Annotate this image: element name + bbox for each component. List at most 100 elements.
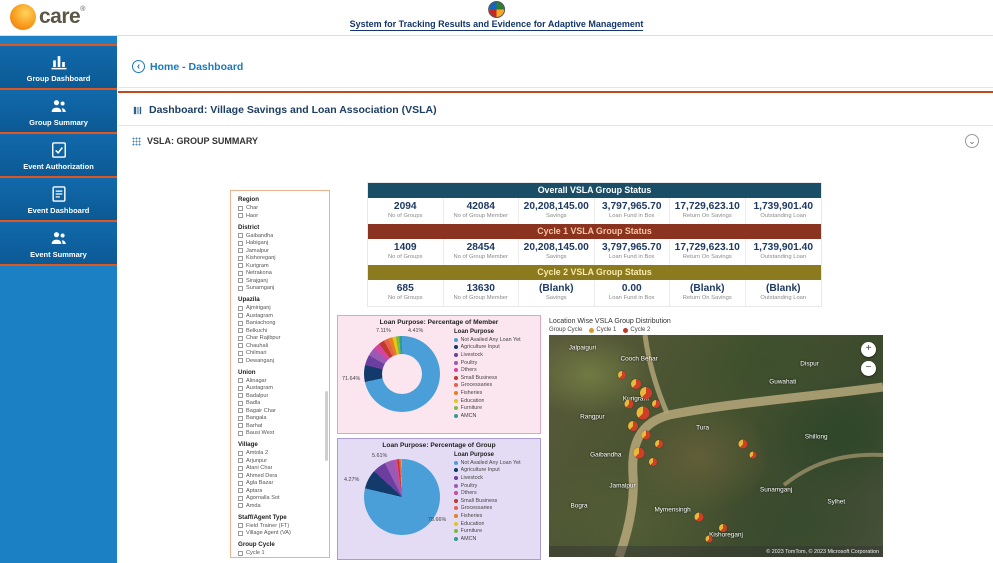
sidebar-item-event-dashboard[interactable]: Event Dashboard [0, 178, 117, 220]
checkbox-icon[interactable] [238, 306, 243, 311]
filter-option-amtola-2[interactable]: Amtola 2 [238, 450, 326, 456]
legend-item-livestock[interactable]: Livestock [454, 351, 536, 359]
checkbox-icon[interactable] [238, 278, 243, 283]
legend-item-amcn[interactable]: AMCN [454, 535, 536, 543]
legend-item-fisheries[interactable]: Fisheries [454, 512, 536, 520]
map-cycle-cycle-2[interactable]: Cycle 2 [623, 327, 650, 333]
collapse-icon[interactable]: ⌄ [965, 134, 979, 148]
checkbox-icon[interactable] [238, 408, 243, 413]
back-icon[interactable]: ‹ [132, 60, 145, 73]
checkbox-icon[interactable] [238, 393, 243, 398]
legend-item-amcn[interactable]: AMCN [454, 412, 536, 420]
breadcrumb[interactable]: ‹ Home - Dashboard [118, 36, 243, 73]
filter-option-agla-bazar[interactable]: Agla Bazar [238, 480, 326, 486]
checkbox-icon[interactable] [238, 458, 243, 463]
group-marker[interactable] [625, 399, 634, 408]
checkbox-icon[interactable] [238, 248, 243, 253]
checkbox-icon[interactable] [238, 336, 243, 341]
filter-option-habiganj[interactable]: Habiganj [238, 240, 326, 246]
group-marker[interactable] [618, 371, 626, 379]
filter-option-chilmari[interactable]: Chilmari [238, 350, 326, 356]
legend-item-livestock[interactable]: Livestock [454, 474, 536, 482]
checkbox-icon[interactable] [238, 416, 243, 421]
checkbox-icon[interactable] [238, 313, 243, 318]
group-marker[interactable] [640, 387, 652, 399]
group-marker[interactable] [738, 439, 747, 448]
filter-option-alinagar[interactable]: Alinagar [238, 378, 326, 384]
filter-option-bangala[interactable]: Bangala [238, 415, 326, 421]
checkbox-icon[interactable] [238, 386, 243, 391]
checkbox-icon[interactable] [238, 213, 243, 218]
checkbox-icon[interactable] [238, 481, 243, 486]
filter-option-belkuchi[interactable]: Belkuchi [238, 328, 326, 334]
legend-item-not-availed-any-loan-yet[interactable]: Not Availed Any Loan Yet [454, 459, 536, 467]
sidebar-item-group-dashboard[interactable]: Group Dashboard [0, 46, 117, 88]
legend-item-others[interactable]: Others [454, 489, 536, 497]
checkbox-icon[interactable] [238, 551, 243, 556]
checkbox-icon[interactable] [238, 523, 243, 528]
checkbox-icon[interactable] [238, 496, 243, 501]
filter-option-kurigram[interactable]: Kurigram [238, 263, 326, 269]
sidebar-item-group-summary[interactable]: Group Summary [0, 90, 117, 132]
filter-option-netrakona[interactable]: Netrakona [238, 270, 326, 276]
checkbox-icon[interactable] [238, 431, 243, 436]
filter-option-barhat[interactable]: Barhat [238, 423, 326, 429]
filter-option-ahmed-dera[interactable]: Ahmed Dera [238, 473, 326, 479]
legend-item-education[interactable]: Education [454, 397, 536, 405]
checkbox-icon[interactable] [238, 423, 243, 428]
filter-option-amda[interactable]: Amda [238, 503, 326, 509]
legend-item-grocessaries[interactable]: Grocessaries [454, 382, 536, 390]
checkbox-icon[interactable] [238, 466, 243, 471]
filter-option-austagram[interactable]: Austagram [238, 313, 326, 319]
checkbox-icon[interactable] [238, 401, 243, 406]
filter-option-cycle-1[interactable]: Cycle 1 [238, 550, 326, 556]
legend-item-others[interactable]: Others [454, 366, 536, 374]
filter-option-bausi-west[interactable]: Bausi West [238, 430, 326, 436]
group-marker[interactable] [634, 447, 645, 458]
group-marker[interactable] [652, 400, 660, 408]
legend-item-grocessaries[interactable]: Grocessaries [454, 505, 536, 513]
checkbox-icon[interactable] [238, 378, 243, 383]
group-marker[interactable] [628, 421, 638, 431]
checkbox-icon[interactable] [238, 358, 243, 363]
legend-item-fisheries[interactable]: Fisheries [454, 389, 536, 397]
checkbox-icon[interactable] [238, 256, 243, 261]
filter-option-jamalpur[interactable]: Jamalpur [238, 248, 326, 254]
filter-option-badalpur[interactable]: Badalpur [238, 393, 326, 399]
group-marker[interactable] [695, 513, 704, 522]
sidebar-item-event-authorization[interactable]: Event Authorization [0, 134, 117, 176]
legend-item-not-availed-any-loan-yet[interactable]: Not Availed Any Loan Yet [454, 336, 536, 344]
legend-item-agriculture-input[interactable]: Agriculture Input [454, 344, 536, 352]
legend-item-agriculture-input[interactable]: Agriculture Input [454, 467, 536, 475]
filter-option-char[interactable]: Char [238, 205, 326, 211]
map-cycle-cycle-1[interactable]: Cycle 1 [589, 327, 616, 333]
map-view[interactable]: + − © 2023 TomTom, © 2023 Microsoft Corp… [549, 335, 883, 557]
filter-option-baniachong[interactable]: Baniachong [238, 320, 326, 326]
filter-option-dewanganj[interactable]: Dewanganj [238, 358, 326, 364]
checkbox-icon[interactable] [238, 271, 243, 276]
filter-option-village-agent-va[interactable]: Village Agent (VA) [238, 530, 326, 536]
checkbox-icon[interactable] [238, 343, 243, 348]
checkbox-icon[interactable] [238, 351, 243, 356]
filter-option-agornalla-sot[interactable]: Agornalla Sot [238, 495, 326, 501]
filter-option-badla[interactable]: Badla [238, 400, 326, 406]
zoom-in-button[interactable]: + [861, 342, 876, 357]
checkbox-icon[interactable] [238, 451, 243, 456]
filter-option-haor[interactable]: Haor [238, 213, 326, 219]
checkbox-icon[interactable] [238, 488, 243, 493]
legend-item-poultry[interactable]: Poultry [454, 359, 536, 367]
group-marker[interactable] [655, 440, 663, 448]
filter-option-gaibandha[interactable]: Gaibandha [238, 233, 326, 239]
checkbox-icon[interactable] [238, 328, 243, 333]
checkbox-icon[interactable] [238, 263, 243, 268]
filter-option-arjunpur[interactable]: Arjunpur [238, 458, 326, 464]
group-marker[interactable] [719, 524, 727, 532]
filter-option-bagair-char[interactable]: Bagair Char [238, 408, 326, 414]
checkbox-icon[interactable] [238, 286, 243, 291]
group-marker[interactable] [636, 406, 649, 419]
filter-option-char-rajibpur[interactable]: Char Rajibpur [238, 335, 326, 341]
checkbox-icon[interactable] [238, 503, 243, 508]
group-marker[interactable] [706, 536, 713, 543]
legend-item-education[interactable]: Education [454, 520, 536, 528]
filter-option-chauhali[interactable]: Chauhali [238, 343, 326, 349]
